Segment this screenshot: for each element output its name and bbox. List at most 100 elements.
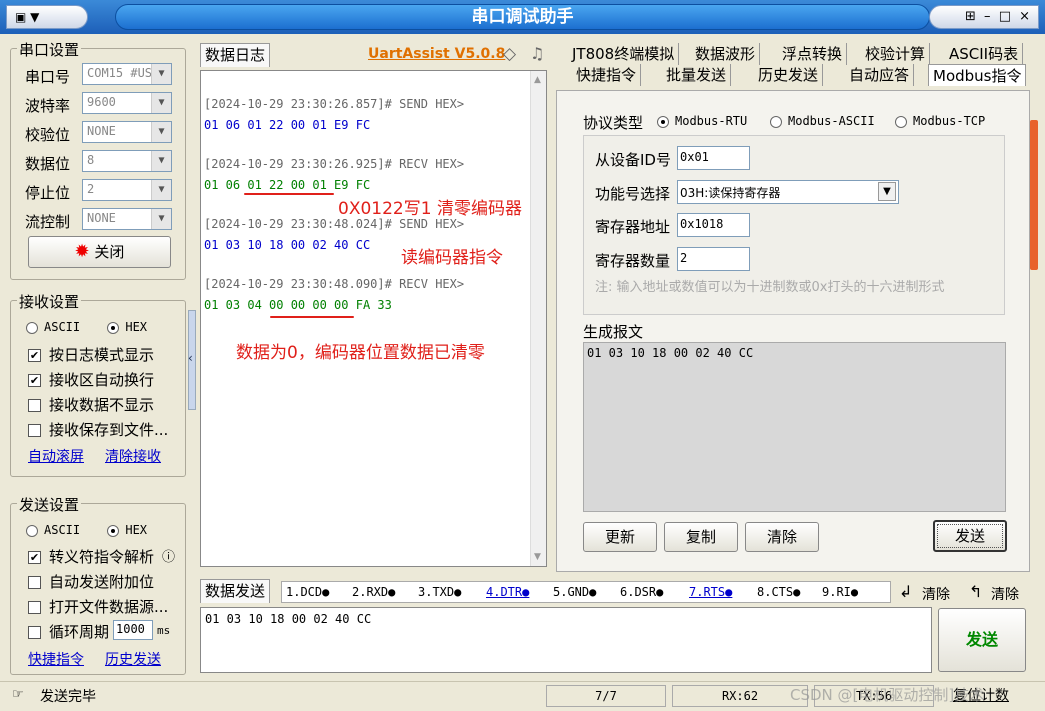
dropdown-arrow-icon: ▼ — [151, 93, 171, 113]
period-input[interactable]: 1000 — [113, 620, 153, 640]
tab-tool[interactable]: ASCII码表 — [945, 43, 1024, 65]
tab-data-send[interactable]: 数据发送 — [200, 579, 271, 603]
recv-option-checkbox[interactable]: 接收数据不显示 — [28, 394, 154, 415]
serial-field-label: 流控制 — [25, 213, 71, 231]
quick-cmd-link[interactable]: 快捷指令 — [28, 649, 84, 669]
tab-data-log[interactable]: 数据日志 — [200, 43, 271, 67]
serial-field-select[interactable]: NONE ▼ — [82, 121, 172, 143]
log-line: 01 03 04 00 00 00 00 FA 33 — [204, 298, 392, 312]
slave-id-input[interactable]: 0x01 — [677, 146, 750, 170]
serial-field-label: 校验位 — [25, 126, 71, 144]
log-area[interactable]: ▲ ▼ — [200, 70, 547, 567]
dropdown-arrow-icon: ▼ — [151, 64, 171, 84]
clear-arrow-icon-2[interactable]: ↰ — [969, 582, 982, 601]
tab-tool-row2[interactable]: Modbus指令 — [928, 64, 1027, 86]
auto-scroll-link[interactable]: 自动滚屏 — [28, 446, 84, 466]
annotation-underline-2 — [270, 316, 354, 318]
scroll-down-icon: ▼ — [534, 552, 541, 562]
menu-icon: ▣ — [15, 10, 27, 24]
serial-field-select[interactable]: 8 ▼ — [82, 150, 172, 172]
rx-count: RX:62 — [672, 685, 808, 707]
recv-option-checkbox[interactable]: 接收保存到文件... — [28, 419, 168, 440]
radio-icon — [770, 115, 782, 128]
tab-tool[interactable]: 浮点转换 — [778, 43, 848, 65]
signal-indicator[interactable]: 7.RTS● — [689, 585, 732, 599]
serial-field-label: 波特率 — [25, 97, 71, 115]
signal-indicator[interactable]: 4.DTR● — [486, 585, 529, 599]
checkbox-icon — [28, 626, 41, 639]
system-menu-button[interactable]: ▣ ▼ — [6, 5, 88, 29]
send-settings-title: 发送设置 — [17, 494, 82, 515]
send-option-checkbox[interactable]: ✔ 转义符指令解析 — [28, 546, 154, 567]
checkbox-icon: ✔ — [28, 349, 41, 362]
tab-tool-row2[interactable]: 快捷指令 — [572, 64, 642, 86]
tab-tool[interactable]: 校验计算 — [861, 43, 931, 65]
log-scrollbar[interactable]: ▲ ▼ — [530, 71, 546, 566]
close-port-button[interactable]: ✹ 关闭 — [28, 236, 171, 268]
signal-indicator: 6.DSR● — [620, 585, 664, 599]
send-input[interactable]: 01 03 10 18 00 02 40 CC — [200, 607, 932, 673]
protocol-radio[interactable]: Modbus-TCP — [895, 114, 985, 128]
register-address-input[interactable]: 0x1018 — [677, 213, 750, 237]
generated-message-box[interactable]: 01 03 10 18 00 02 40 CC — [583, 342, 1006, 512]
register-count-input[interactable]: 2 — [677, 247, 750, 271]
serial-field-select[interactable]: 2 ▼ — [82, 179, 172, 201]
serial-field-select[interactable]: NONE ▼ — [82, 208, 172, 230]
protocol-radio[interactable]: Modbus-RTU — [657, 114, 747, 128]
checkbox-icon — [28, 576, 41, 589]
signal-indicator: 2.RXD● — [352, 585, 396, 599]
signal-indicator: 9.RI● — [822, 585, 859, 599]
send-format-row: ASCII HEX — [26, 523, 147, 537]
clear-button[interactable]: 清除 — [745, 522, 819, 552]
recv-hex-radio[interactable]: HEX — [107, 320, 147, 334]
recv-option-checkbox[interactable]: ✔ 按日志模式显示 — [28, 344, 154, 365]
send-hex-radio[interactable]: HEX — [107, 523, 147, 537]
recv-option-checkbox[interactable]: ✔ 接收区自动换行 — [28, 369, 154, 390]
clear-receive-link[interactable]: 清除接收 — [105, 446, 161, 466]
clear-send-1[interactable]: 清除 — [922, 584, 950, 604]
status-message: 发送完毕 — [40, 689, 96, 705]
modbus-send-button[interactable]: 发送 — [933, 520, 1007, 552]
history-send-link[interactable]: 历史发送 — [105, 649, 161, 669]
recv-ascii-radio[interactable]: ASCII — [26, 320, 80, 334]
log-line: [2024-10-29 23:30:26.857]# SEND HEX> — [204, 97, 465, 111]
tab-tool-row2[interactable]: 批量发送 — [662, 64, 732, 86]
signal-indicator: 5.GND● — [553, 585, 597, 599]
tab-tool-row2[interactable]: 历史发送 — [754, 64, 824, 86]
bell-icon[interactable]: ♫ — [530, 44, 544, 63]
annotation-underline-1 — [244, 193, 334, 195]
dropdown-arrow-icon: ▼ — [151, 151, 171, 171]
scroll-up-icon: ▲ — [534, 75, 541, 85]
serial-field-select[interactable]: 9600 ▼ — [82, 92, 172, 114]
collapse-handle[interactable]: ‹ — [188, 310, 196, 410]
tab-tool[interactable]: 数据波形 — [691, 43, 761, 65]
annotation-data-zero: 数据为0，编码器位置数据已清零 — [236, 343, 485, 363]
info-icon[interactable]: ⓘ — [162, 546, 175, 565]
update-button[interactable]: 更新 — [583, 522, 657, 552]
send-option-checkbox[interactable]: 自动发送附加位 — [28, 571, 154, 592]
tab-tool[interactable]: JT808终端模拟 — [568, 43, 680, 65]
dropdown-arrow-icon: ▼ — [151, 122, 171, 142]
checkbox-icon — [28, 399, 41, 412]
clear-arrow-icon-1[interactable]: ↲ — [899, 582, 912, 601]
send-option-checkbox[interactable]: 打开文件数据源... — [28, 596, 168, 617]
tab-tool-row2[interactable]: 自动应答 — [845, 64, 915, 86]
window-controls[interactable]: ⊞ – □ × — [929, 5, 1039, 29]
watermark: CSDN @[电机驱动控制]技术 — [790, 686, 985, 704]
dropdown-arrow-icon: ▼ — [151, 180, 171, 200]
checkbox-icon — [28, 424, 41, 437]
brand-label[interactable]: UartAssist V5.0.8 — [368, 46, 505, 62]
diamond-icon[interactable]: ◇ — [503, 44, 516, 64]
signal-indicator: 1.DCD● — [286, 585, 330, 599]
send-button[interactable]: 发送 — [938, 608, 1026, 672]
annotation-read-encoder: 读编码器指令 — [401, 248, 503, 268]
serial-field-select[interactable]: COM15 #US ▼ — [82, 63, 172, 85]
send-option-checkbox[interactable]: 循环周期 — [28, 621, 109, 642]
function-select[interactable]: 03H:读保持寄存器 ▼ — [677, 180, 899, 204]
checkbox-icon — [28, 601, 41, 614]
clear-send-2[interactable]: 清除 — [991, 584, 1019, 604]
signal-indicator: 3.TXD● — [418, 585, 462, 599]
protocol-radio[interactable]: Modbus-ASCII — [770, 114, 875, 128]
send-ascii-radio[interactable]: ASCII — [26, 523, 80, 537]
copy-button[interactable]: 复制 — [664, 522, 738, 552]
